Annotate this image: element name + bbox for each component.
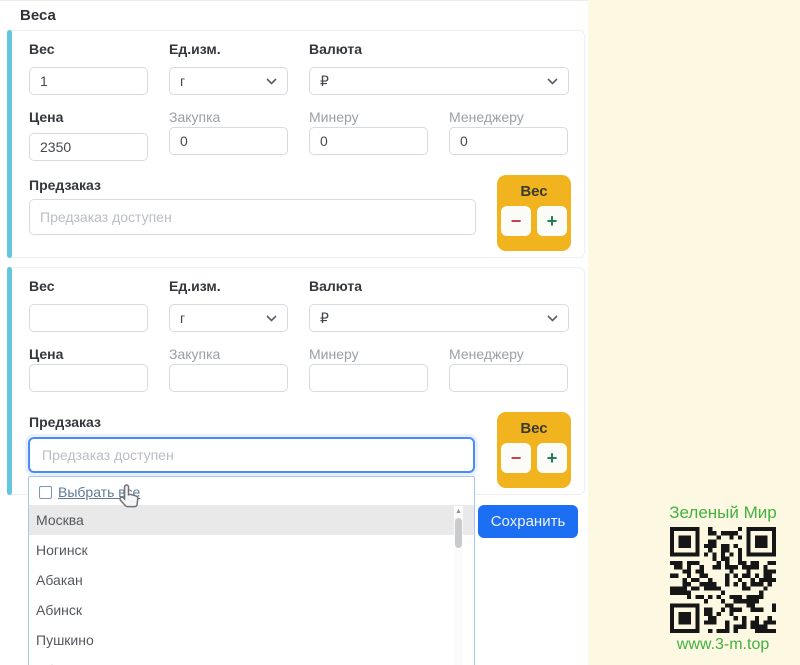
purchase-label: Закупка — [169, 109, 220, 125]
purchase-input[interactable] — [169, 127, 288, 155]
weight-increase-button[interactable]: + — [537, 443, 567, 473]
list-item-pushkino[interactable]: Пушкино — [29, 625, 474, 655]
miner-label: Минеру — [309, 346, 359, 362]
unit-select-value: г — [180, 73, 185, 89]
list-item-abakan[interactable]: Абакан — [29, 565, 474, 595]
qr-code — [670, 527, 776, 633]
manager-input[interactable] — [449, 127, 568, 155]
unit-label: Ед.изм. — [169, 41, 221, 57]
unit-select[interactable]: г — [169, 67, 288, 95]
chevron-down-icon — [547, 315, 558, 322]
currency-select-value: ₽ — [320, 73, 329, 90]
weight-stepper: Вес − + — [497, 175, 571, 251]
weight-label: Вес — [29, 278, 55, 294]
unit-select[interactable]: г — [169, 304, 288, 332]
weight-input[interactable] — [29, 67, 148, 95]
qr-url: www.3-m.top — [668, 636, 778, 654]
page-title: Веса — [20, 7, 56, 24]
list-item-noginsk[interactable]: Ногинск — [29, 535, 474, 565]
currency-select[interactable]: ₽ — [309, 304, 569, 332]
scroll-up-icon[interactable]: ▲ — [454, 506, 463, 515]
qr-title: Зеленый Мир — [668, 503, 778, 523]
chevron-down-icon — [547, 78, 558, 85]
select-all-link[interactable]: Выбрать все — [58, 484, 140, 500]
qr-block: Зеленый Мир www.3-m.top — [668, 503, 778, 654]
currency-select-value: ₽ — [320, 310, 329, 327]
manager-label: Менеджеру — [449, 346, 524, 362]
weight-input[interactable] — [29, 304, 148, 332]
manager-input[interactable] — [449, 364, 568, 392]
preorder-dropdown-list: Выбрать все Москва Ногинск Абакан Абинск… — [28, 476, 475, 665]
currency-select[interactable]: ₽ — [309, 67, 569, 95]
miner-input[interactable] — [309, 127, 428, 155]
weight-block-1: Вес Ед.изм. г Валюта ₽ Цена Закупка Мине… — [7, 30, 585, 258]
weight-decrease-button[interactable]: − — [501, 443, 531, 473]
chevron-down-icon — [266, 315, 277, 322]
purchase-input[interactable] — [169, 364, 288, 392]
manager-label: Менеджеру — [449, 109, 524, 125]
miner-input[interactable] — [309, 364, 428, 392]
miner-label: Минеру — [309, 109, 359, 125]
price-input[interactable] — [29, 133, 148, 161]
accent-bar — [7, 267, 12, 495]
currency-label: Валюта — [309, 41, 362, 57]
purchase-label: Закупка — [169, 346, 220, 362]
price-label: Цена — [29, 346, 63, 362]
dropdown-scrollbar[interactable]: ▲ — [454, 506, 463, 665]
top-divider — [0, 0, 588, 1]
preorder-input-focused[interactable] — [28, 437, 475, 473]
list-item-abinsk[interactable]: Абинск — [29, 595, 474, 625]
scrollbar-thumb[interactable] — [455, 518, 462, 548]
preorder-dropdown: Выбрать все Москва Ногинск Абакан Абинск… — [28, 437, 475, 665]
stepper-title: Вес — [497, 420, 571, 437]
weight-decrease-button[interactable]: − — [501, 206, 531, 236]
page: Веса Вес Ед.изм. г Валюта ₽ Цена Закупка… — [0, 0, 800, 665]
preorder-label: Предзаказ — [29, 414, 101, 430]
weight-label: Вес — [29, 41, 55, 57]
currency-label: Валюта — [309, 278, 362, 294]
select-all-option[interactable]: Выбрать все — [29, 477, 474, 505]
select-all-checkbox[interactable] — [39, 486, 52, 499]
preorder-label: Предзаказ — [29, 177, 101, 193]
stepper-title: Вес — [497, 183, 571, 200]
unit-select-value: г — [180, 310, 185, 326]
chevron-down-icon — [266, 78, 277, 85]
accent-bar — [7, 30, 12, 258]
sidebar: Зеленый Мир www.3-m.top — [588, 0, 800, 665]
price-input[interactable] — [29, 364, 148, 392]
list-item-moskva[interactable]: Москва — [29, 505, 474, 535]
weight-stepper: Вес − + — [497, 412, 571, 488]
list-item-partial[interactable]: Аб — [29, 655, 474, 665]
unit-label: Ед.изм. — [169, 278, 221, 294]
save-button[interactable]: Сохранить — [478, 505, 578, 538]
weight-increase-button[interactable]: + — [537, 206, 567, 236]
preorder-input[interactable] — [29, 199, 476, 235]
price-label: Цена — [29, 109, 63, 125]
